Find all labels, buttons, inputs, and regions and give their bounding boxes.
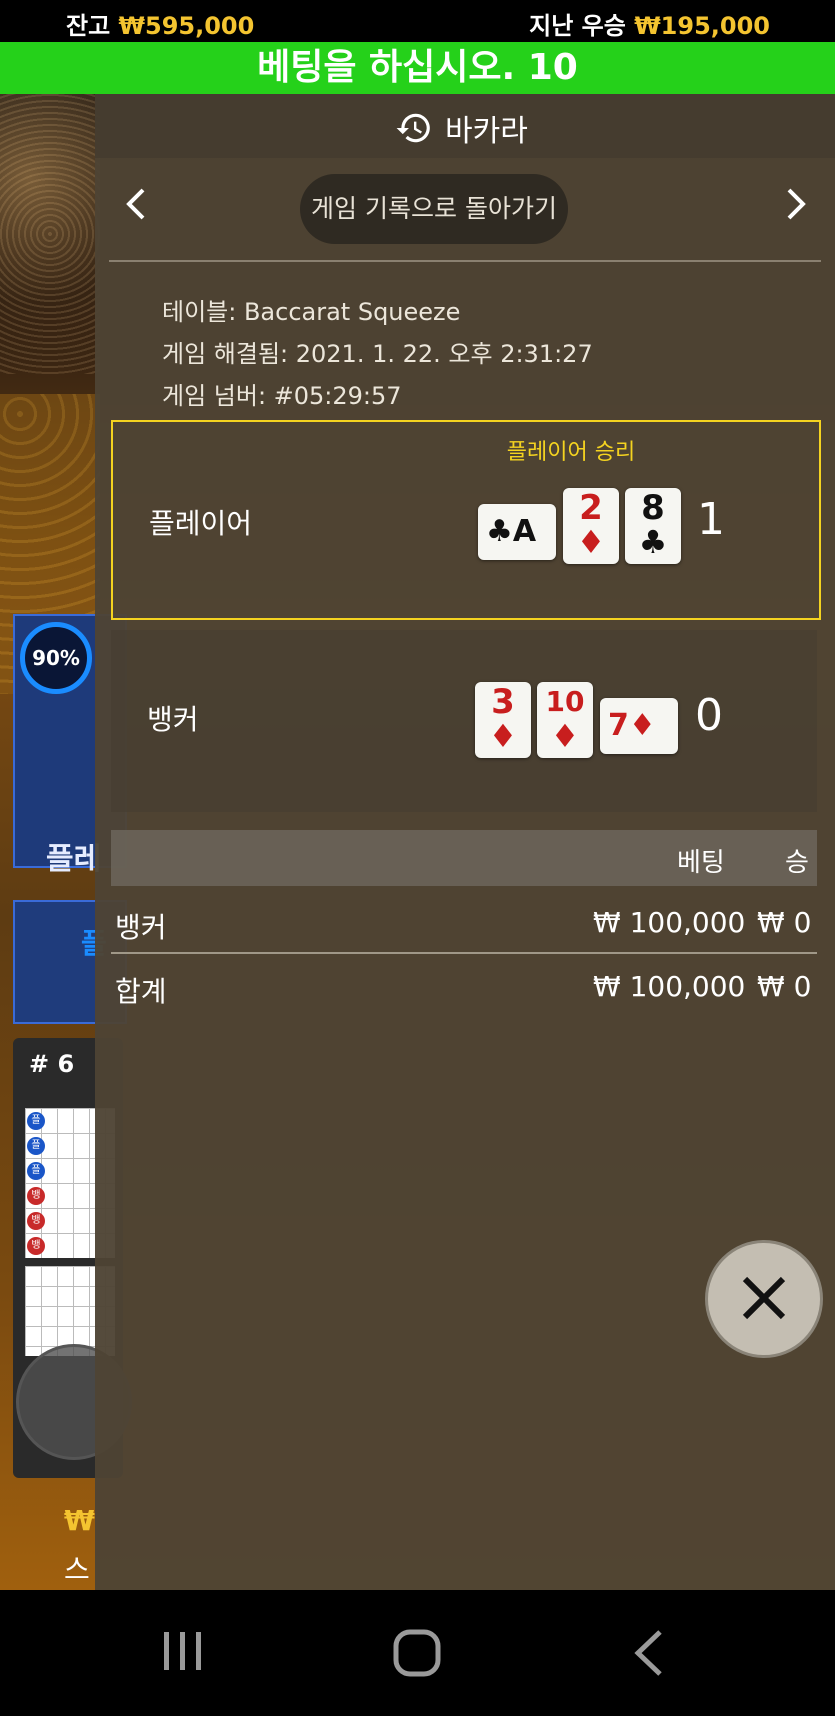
bets-table-header: 베팅 승	[111, 830, 817, 886]
casino-lights	[0, 94, 100, 374]
status-bar: 잔고 ₩595,000 지난 우승 ₩195,000	[0, 0, 835, 42]
road-dot: 뱅	[27, 1187, 45, 1205]
balance: 잔고 ₩595,000	[66, 6, 254, 41]
panel-title-text: 바카라	[445, 114, 528, 149]
bottom-amount: ₩	[64, 1504, 95, 1537]
banker-card-3: 7♦	[600, 698, 678, 754]
player-win-label: 플레이어 승리	[506, 440, 636, 465]
system-nav-bar	[0, 1590, 835, 1716]
recent-apps-icon[interactable]	[160, 1628, 206, 1686]
total-bet: ₩ 100,000	[593, 970, 746, 1003]
bet-amount: ₩ 100,000	[593, 906, 746, 939]
game-history-panel: 바카라 게임 기록으로 돌아가기 테이블: Baccarat Squeeze 게…	[95, 94, 835, 1590]
player-card-1: ♣A	[478, 504, 556, 560]
close-button[interactable]	[705, 1240, 823, 1358]
chevron-left-icon[interactable]	[123, 184, 149, 234]
table-row: 뱅커 ₩ 100,000 ₩ 0	[111, 894, 817, 954]
balance-label: 잔고	[66, 12, 111, 40]
win-column-header: 승	[785, 848, 809, 878]
player-bet-label: 플레	[46, 842, 102, 877]
back-to-history-button[interactable]: 게임 기록으로 돌아가기	[300, 174, 568, 244]
banker-card-1: 3 ♦	[475, 682, 531, 758]
last-win-value: ₩195,000	[634, 12, 770, 40]
player-card-3: 8 ♣	[625, 488, 681, 564]
win-amount: ₩ 0	[757, 906, 812, 939]
last-win: 지난 우승 ₩195,000	[529, 6, 770, 41]
divider	[109, 260, 821, 262]
shoe-number: # 6	[29, 1050, 75, 1078]
close-icon	[742, 1276, 786, 1320]
table-row-total: 합계 ₩ 100,000 ₩ 0	[111, 958, 817, 1018]
table-name: 테이블: Baccarat Squeeze	[162, 298, 461, 326]
timer-ring: 90%	[20, 622, 92, 694]
home-icon[interactable]	[392, 1628, 442, 1690]
game-number: 게임 넘버: #05:29:57	[162, 382, 402, 410]
banker-score: 0	[695, 690, 723, 741]
chevron-right-icon[interactable]	[783, 184, 809, 234]
balance-value: ₩595,000	[118, 12, 255, 40]
road-dot: 플	[27, 1112, 45, 1130]
bet-name: 뱅커	[115, 911, 167, 944]
resolved-time: 게임 해결됨: 2021. 1. 22. 오후 2:31:27	[162, 340, 593, 368]
road-dot: 플	[27, 1137, 45, 1155]
player-card-2: 2 ♦	[563, 488, 619, 564]
total-label: 합계	[115, 975, 167, 1008]
last-win-label: 지난 우승	[529, 12, 626, 40]
banker-card-2: 10 ♦	[537, 682, 593, 758]
betting-banner: 베팅을 하십시오. 10	[0, 42, 835, 94]
road-dot: 플	[27, 1162, 45, 1180]
banker-label: 뱅커	[147, 703, 199, 736]
player-score: 1	[697, 494, 725, 545]
bottom-table-name: 스	[64, 1553, 90, 1586]
road-dot: 뱅	[27, 1237, 45, 1255]
panel-header: 바카라	[95, 94, 835, 158]
total-win: ₩ 0	[757, 970, 812, 1003]
player-label: 플레이어	[149, 507, 253, 540]
table-divider	[111, 952, 817, 954]
road-dot: 뱅	[27, 1212, 45, 1230]
panel-title: 바카라	[395, 106, 528, 150]
history-icon	[396, 113, 430, 143]
bet-column-header: 베팅	[677, 848, 725, 878]
back-icon[interactable]	[632, 1628, 666, 1690]
